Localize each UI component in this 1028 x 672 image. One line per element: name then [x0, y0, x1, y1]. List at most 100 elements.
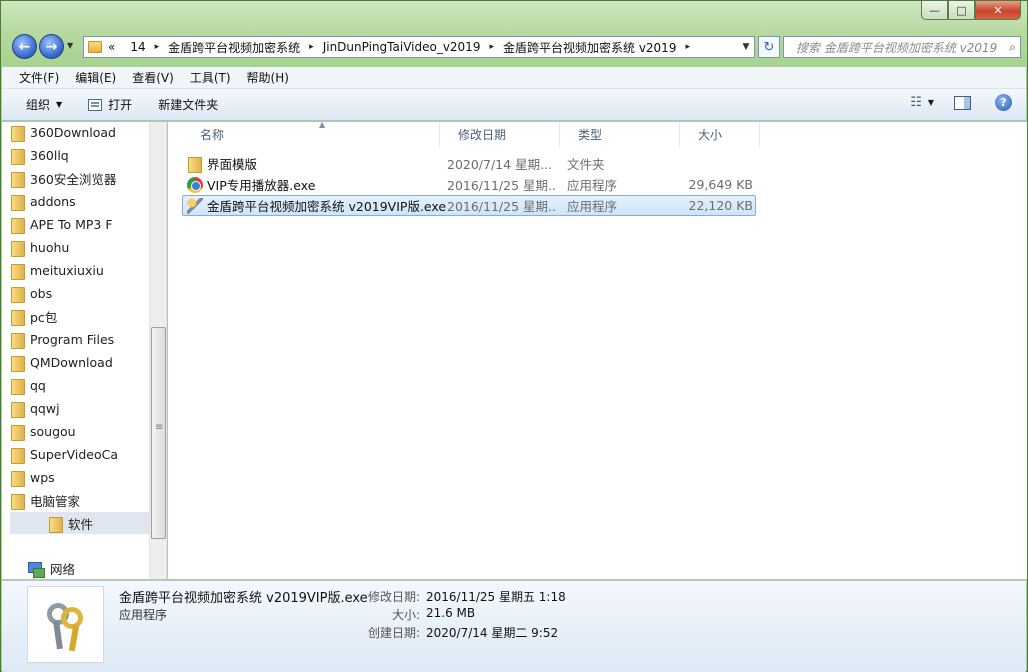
open-button[interactable]: 打开 [80, 96, 140, 113]
file-type: 文件夹 [567, 157, 605, 172]
column-header-name[interactable]: 名称 ▲ [182, 120, 440, 147]
keys-icon [45, 601, 89, 652]
address-dropdown-icon[interactable]: ▼ [738, 42, 754, 52]
column-label: 名称 [200, 128, 225, 142]
sidebar-item[interactable]: 360llq [2, 144, 150, 166]
details-created-label: 创建日期: [367, 626, 420, 640]
sidebar-item-label: 软件 [68, 516, 94, 532]
sidebar-item[interactable]: meituxiuxiu [2, 259, 150, 281]
file-row[interactable]: VIP专用播放器.exe 2016/11/25 星期... 应用程序 29,649 K… [182, 174, 756, 195]
chevron-down-icon: ▼ [56, 100, 63, 109]
sidebar-item[interactable]: wps [2, 466, 150, 488]
menu-bar: 文件(F) 编辑(E) 查看(V) 工具(T) 帮助(H) [2, 67, 1026, 89]
breadcrumb-item[interactable]: 14 [130, 40, 145, 54]
forward-arrow-icon: → [45, 38, 58, 55]
folder-icon [10, 147, 25, 165]
sidebar-item[interactable]: qq [2, 374, 150, 396]
menu-file[interactable]: 文件(F) [11, 69, 67, 86]
sidebar-item[interactable]: 软件 [10, 512, 150, 534]
sort-ascending-icon: ▲ [319, 120, 326, 129]
open-label: 打开 [108, 98, 133, 112]
file-size: 29,649 KB [688, 177, 753, 192]
new-folder-button[interactable]: 新建文件夹 [150, 96, 226, 113]
search-input[interactable]: 搜索 金盾跨平台视频加密系统 v2019 ⌕ [783, 36, 1021, 58]
sidebar-item[interactable]: 电脑管家 [2, 489, 150, 511]
folder-icon [10, 400, 25, 418]
chevron-down-icon[interactable]: ▼ [928, 98, 934, 107]
file-size: 22,120 KB [688, 198, 753, 213]
menu-view[interactable]: 查看(V) [124, 69, 182, 86]
back-button[interactable]: ← [12, 34, 37, 59]
column-label: 大小 [698, 128, 723, 142]
close-button[interactable]: ✕ [975, 1, 1021, 20]
sidebar-item-label: Program Files [30, 331, 115, 347]
breadcrumb-item[interactable]: 金盾跨平台视频加密系统 [168, 39, 300, 56]
menu-edit[interactable]: 编辑(E) [67, 69, 124, 86]
sidebar-item-label: qq [30, 377, 46, 393]
address-bar[interactable]: « 14 ▸ 金盾跨平台视频加密系统 ▸ JinDunPingTaiVideo_… [83, 36, 755, 58]
open-icon [88, 98, 103, 111]
folder-icon [10, 285, 25, 303]
folder-icon [10, 308, 25, 326]
file-date: 2016/11/25 星期... [447, 199, 557, 214]
breadcrumb-separator-icon[interactable]: ▸ [300, 42, 323, 52]
folder-icon [88, 41, 102, 53]
column-header-date[interactable]: 修改日期 [440, 122, 560, 147]
column-header-type[interactable]: 类型 [560, 122, 680, 147]
folder-icon [48, 515, 63, 533]
change-view-icon[interactable]: ☷ [910, 95, 922, 110]
sidebar-item[interactable]: huohu [2, 236, 150, 258]
sidebar-item[interactable]: QMDownload [2, 351, 150, 373]
scrollbar-thumb[interactable] [151, 327, 166, 539]
player-app-icon [187, 177, 203, 193]
folder-icon [10, 446, 25, 464]
breadcrumb-separator-icon[interactable]: ▸ [480, 42, 503, 52]
menu-help[interactable]: 帮助(H) [239, 69, 297, 86]
breadcrumb-item[interactable]: 金盾跨平台视频加密系统 v2019 [503, 39, 676, 56]
network-icon [28, 561, 45, 578]
maximize-button[interactable]: □ [948, 1, 975, 20]
sidebar-item[interactable]: 360Download [2, 122, 150, 143]
minimize-button[interactable]: — [921, 1, 948, 20]
file-row[interactable]: 金盾跨平台视频加密系统 v2019VIP版.exe 2016/11/25 星期..… [182, 195, 756, 216]
sidebar-item[interactable]: qqwj [2, 397, 150, 419]
file-date: 2016/11/25 星期... [447, 178, 557, 193]
folder-icon [10, 193, 25, 211]
search-icon[interactable]: ⌕ [1009, 40, 1016, 55]
folder-icon [10, 423, 25, 441]
forward-button[interactable]: → [39, 34, 64, 59]
column-header-size[interactable]: 大小 [680, 122, 760, 147]
sidebar-item[interactable]: sougou [2, 420, 150, 442]
breadcrumb-separator-icon[interactable]: ▸ [676, 42, 699, 52]
organize-label: 组织 [26, 98, 51, 112]
navigation-row: ← → ▼ « 14 ▸ 金盾跨平台视频加密系统 ▸ JinDunPingTai… [9, 33, 1021, 59]
sidebar-item-label: wps [30, 469, 55, 485]
help-icon[interactable]: ? [995, 94, 1012, 111]
sidebar-item[interactable]: 360安全浏览器 [2, 167, 150, 189]
sidebar-item[interactable]: SuperVideoCa [2, 443, 150, 465]
refresh-icon: ↻ [763, 39, 775, 55]
sidebar-item-network[interactable]: 网络 [28, 559, 75, 578]
sidebar-item-label: QMDownload [30, 354, 113, 370]
preview-pane-icon[interactable] [954, 95, 971, 110]
breadcrumb-overflow[interactable]: « [108, 40, 115, 54]
recent-pages-dropdown[interactable]: ▼ [67, 41, 73, 50]
details-modified-value: 2016/11/25 星期五 1:18 [426, 590, 566, 604]
sidebar-item[interactable]: obs [2, 282, 150, 304]
sidebar-item-label: 360Download [30, 124, 116, 140]
menu-tools[interactable]: 工具(T) [182, 69, 239, 86]
sidebar-item[interactable]: addons [2, 190, 150, 212]
nav-scrollbar[interactable] [149, 122, 166, 579]
sidebar-item[interactable]: Program Files [2, 328, 150, 350]
organize-button[interactable]: 组织 ▼ [18, 96, 70, 113]
breadcrumb-item[interactable]: JinDunPingTaiVideo_v2019 [323, 40, 481, 54]
file-row[interactable]: 界面模版 2020/7/14 星期... 文件夹 [182, 153, 756, 174]
file-type: 应用程序 [567, 199, 618, 214]
file-type: 应用程序 [567, 178, 618, 193]
folder-icon [10, 124, 25, 142]
sidebar-item[interactable]: pc包 [2, 305, 150, 327]
refresh-button[interactable]: ↻ [758, 36, 780, 58]
sidebar-item[interactable]: APE To MP3 F [2, 213, 150, 235]
breadcrumb-separator-icon[interactable]: ▸ [146, 42, 169, 52]
sidebar-item-label: qqwj [30, 400, 60, 416]
